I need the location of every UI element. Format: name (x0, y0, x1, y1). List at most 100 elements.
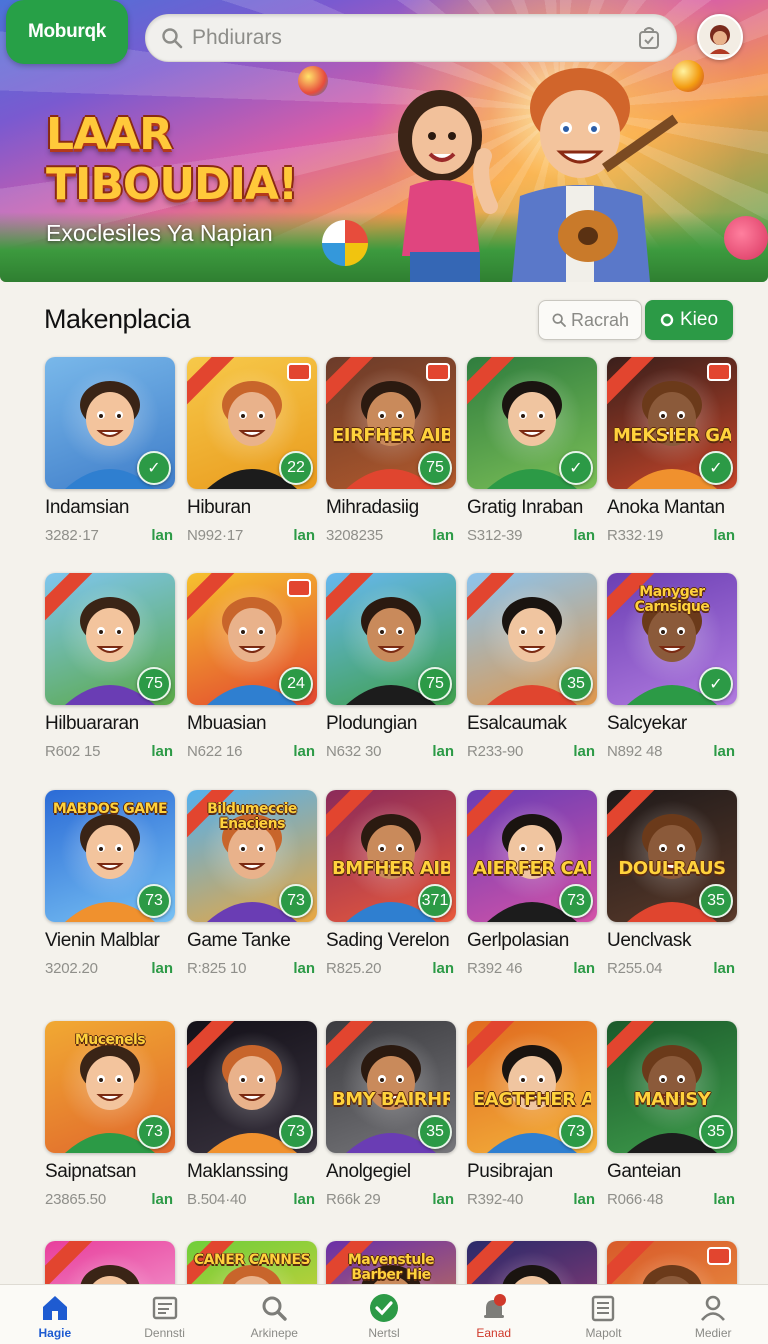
game-title[interactable]: Anolgegiel (326, 1161, 456, 1183)
game-card[interactable]: BMFHER AIBCNIR 371 Sading Verelon R825.20 la… (326, 790, 456, 977)
section-view-button[interactable]: Kieo (645, 300, 733, 340)
game-thumbnail[interactable]: 73 (187, 1021, 317, 1153)
game-thumbnail[interactable]: EIRFHER AIBCNIR 75 (326, 357, 456, 489)
game-title[interactable]: Gerlpolasian (467, 930, 597, 952)
game-title[interactable]: Mbuasian (187, 713, 317, 735)
game-title[interactable]: Vienin Malblar (45, 930, 175, 952)
game-card[interactable]: ✓ Indamsian 3282·17 lan (45, 357, 175, 544)
download-link[interactable]: lan (573, 960, 595, 977)
download-link[interactable]: lan (293, 527, 315, 544)
download-link[interactable]: lan (293, 960, 315, 977)
game-thumbnail[interactable]: AIERFER CANCNA 73 (467, 790, 597, 922)
rating-badge[interactable]: 24 (279, 667, 313, 701)
rating-badge[interactable]: 371 (418, 884, 452, 918)
game-card[interactable]: Bildumeccie Enaciens 73 Game Tanke R:825 10… (187, 790, 317, 977)
game-title[interactable]: Sading Verelon (326, 930, 456, 952)
rating-badge[interactable]: 73 (279, 884, 313, 918)
nav-search[interactable]: Arkinepe (219, 1285, 329, 1344)
game-card[interactable]: ✓ Gratig Inraban S312-39 lan (467, 357, 597, 544)
rating-badge[interactable]: 35 (699, 1115, 733, 1149)
rating-badge[interactable]: 35 (559, 667, 593, 701)
download-link[interactable]: lan (151, 960, 173, 977)
game-thumbnail[interactable]: 75 (326, 573, 456, 705)
game-card[interactable]: MANISY 35 Ganteian R066·48 lan (607, 1021, 737, 1208)
game-card[interactable]: 35 Esalcaumak R233-90 lan (467, 573, 597, 760)
download-link[interactable]: lan (713, 527, 735, 544)
game-thumbnail[interactable]: ✓ (45, 357, 175, 489)
game-card[interactable]: DOULRAUS 35 Uenclvask R255.04 lan (607, 790, 737, 977)
nav-notifications[interactable]: Eanad (439, 1285, 549, 1344)
game-title[interactable]: Salcyekar (607, 713, 737, 735)
game-title[interactable]: Hiburan (187, 497, 317, 519)
game-thumbnail[interactable]: Manyger Carnsique ✓ (607, 573, 737, 705)
download-link[interactable]: lan (432, 1191, 454, 1208)
check-badge-icon[interactable]: ✓ (559, 451, 593, 485)
game-thumbnail[interactable]: DOULRAUS 35 (607, 790, 737, 922)
download-link[interactable]: lan (151, 743, 173, 760)
game-title[interactable]: Hilbuararan (45, 713, 175, 735)
game-card[interactable]: 22 Hiburan N992·17 lan (187, 357, 317, 544)
game-card[interactable]: AIERFER CANCNA 73 Gerlpolasian R392 46 lan (467, 790, 597, 977)
rating-badge[interactable]: 22 (279, 451, 313, 485)
rating-badge[interactable]: 75 (418, 667, 452, 701)
rating-badge[interactable]: 35 (418, 1115, 452, 1149)
game-card[interactable]: Mucenels 73 Saipnatsan 23865.50 lan (45, 1021, 175, 1208)
nav-news[interactable]: Dennsti (110, 1285, 220, 1344)
download-link[interactable]: lan (293, 743, 315, 760)
game-thumbnail[interactable]: Mucenels 73 (45, 1021, 175, 1153)
game-title[interactable]: Esalcaumak (467, 713, 597, 735)
rating-badge[interactable]: 73 (279, 1115, 313, 1149)
game-card[interactable]: MABDOS GAME 73 Vienin Malblar 3202.20 lan (45, 790, 175, 977)
check-badge-icon[interactable]: ✓ (699, 667, 733, 701)
nav-library[interactable]: Mapolt (549, 1285, 659, 1344)
game-thumbnail[interactable]: MANISY 35 (607, 1021, 737, 1153)
download-link[interactable]: lan (151, 1191, 173, 1208)
game-card[interactable]: 75 Hilbuararan R602 15 lan (45, 573, 175, 760)
rating-badge[interactable]: 73 (137, 884, 171, 918)
check-badge-icon[interactable]: ✓ (699, 451, 733, 485)
game-card[interactable]: EAGTFHER AIBCNIR 73 Pusibrajan R392-40 lan (467, 1021, 597, 1208)
game-thumbnail[interactable]: EAGTFHER AIBCNIR 73 (467, 1021, 597, 1153)
game-title[interactable]: Indamsian (45, 497, 175, 519)
download-link[interactable]: lan (293, 1191, 315, 1208)
search-bar[interactable] (145, 14, 677, 62)
download-link[interactable]: lan (573, 1191, 595, 1208)
game-thumbnail[interactable]: Bildumeccie Enaciens 73 (187, 790, 317, 922)
download-link[interactable]: lan (432, 960, 454, 977)
download-link[interactable]: lan (432, 743, 454, 760)
hero-banner[interactable]: Moburqk LAAR TIBOUDIA! Exoclesiles Ya Na… (0, 0, 768, 282)
rating-badge[interactable]: 75 (418, 451, 452, 485)
game-title[interactable]: Uenclvask (607, 930, 737, 952)
download-link[interactable]: lan (151, 527, 173, 544)
game-thumbnail[interactable]: 75 (45, 573, 175, 705)
game-card[interactable]: 75 Plodungian N632 30 lan (326, 573, 456, 760)
section-search-button[interactable]: Racrah (538, 300, 642, 340)
game-thumbnail[interactable]: 35 (467, 573, 597, 705)
download-link[interactable]: lan (713, 743, 735, 760)
game-card[interactable]: 73 Maklanssing B.504·40 lan (187, 1021, 317, 1208)
game-title[interactable]: Mihradasiig (326, 497, 456, 519)
game-title[interactable]: Maklanssing (187, 1161, 317, 1183)
game-title[interactable]: Anoka Mantan (607, 497, 737, 519)
rating-badge[interactable]: 73 (137, 1115, 171, 1149)
game-thumbnail[interactable]: 24 (187, 573, 317, 705)
nav-next[interactable]: Nertsl (329, 1285, 439, 1344)
game-title[interactable]: Game Tanke (187, 930, 317, 952)
game-card[interactable]: EIRFHER AIBCNIR 75 Mihradasiig 3208235 lan (326, 357, 456, 544)
rating-badge[interactable]: 35 (699, 884, 733, 918)
game-thumbnail[interactable]: ✓ (467, 357, 597, 489)
rating-badge[interactable]: 75 (137, 667, 171, 701)
game-card[interactable]: BMY BAIRHRS 35 Anolgegiel R66k 29 lan (326, 1021, 456, 1208)
game-title[interactable]: Ganteian (607, 1161, 737, 1183)
avatar[interactable] (697, 14, 743, 60)
nav-home[interactable]: Hagie (0, 1285, 110, 1344)
rating-badge[interactable]: 73 (559, 1115, 593, 1149)
download-link[interactable]: lan (573, 743, 595, 760)
game-card[interactable]: Manyger Carnsique ✓ Salcyekar N892 48 lan (607, 573, 737, 760)
rating-badge[interactable]: 73 (559, 884, 593, 918)
game-title[interactable]: Pusibrajan (467, 1161, 597, 1183)
game-card[interactable]: 24 Mbuasian N622 16 lan (187, 573, 317, 760)
game-title[interactable]: Saipnatsan (45, 1161, 175, 1183)
game-thumbnail[interactable]: MEKSIER GARCINE ✓ (607, 357, 737, 489)
game-thumbnail[interactable]: BMFHER AIBCNIR 371 (326, 790, 456, 922)
